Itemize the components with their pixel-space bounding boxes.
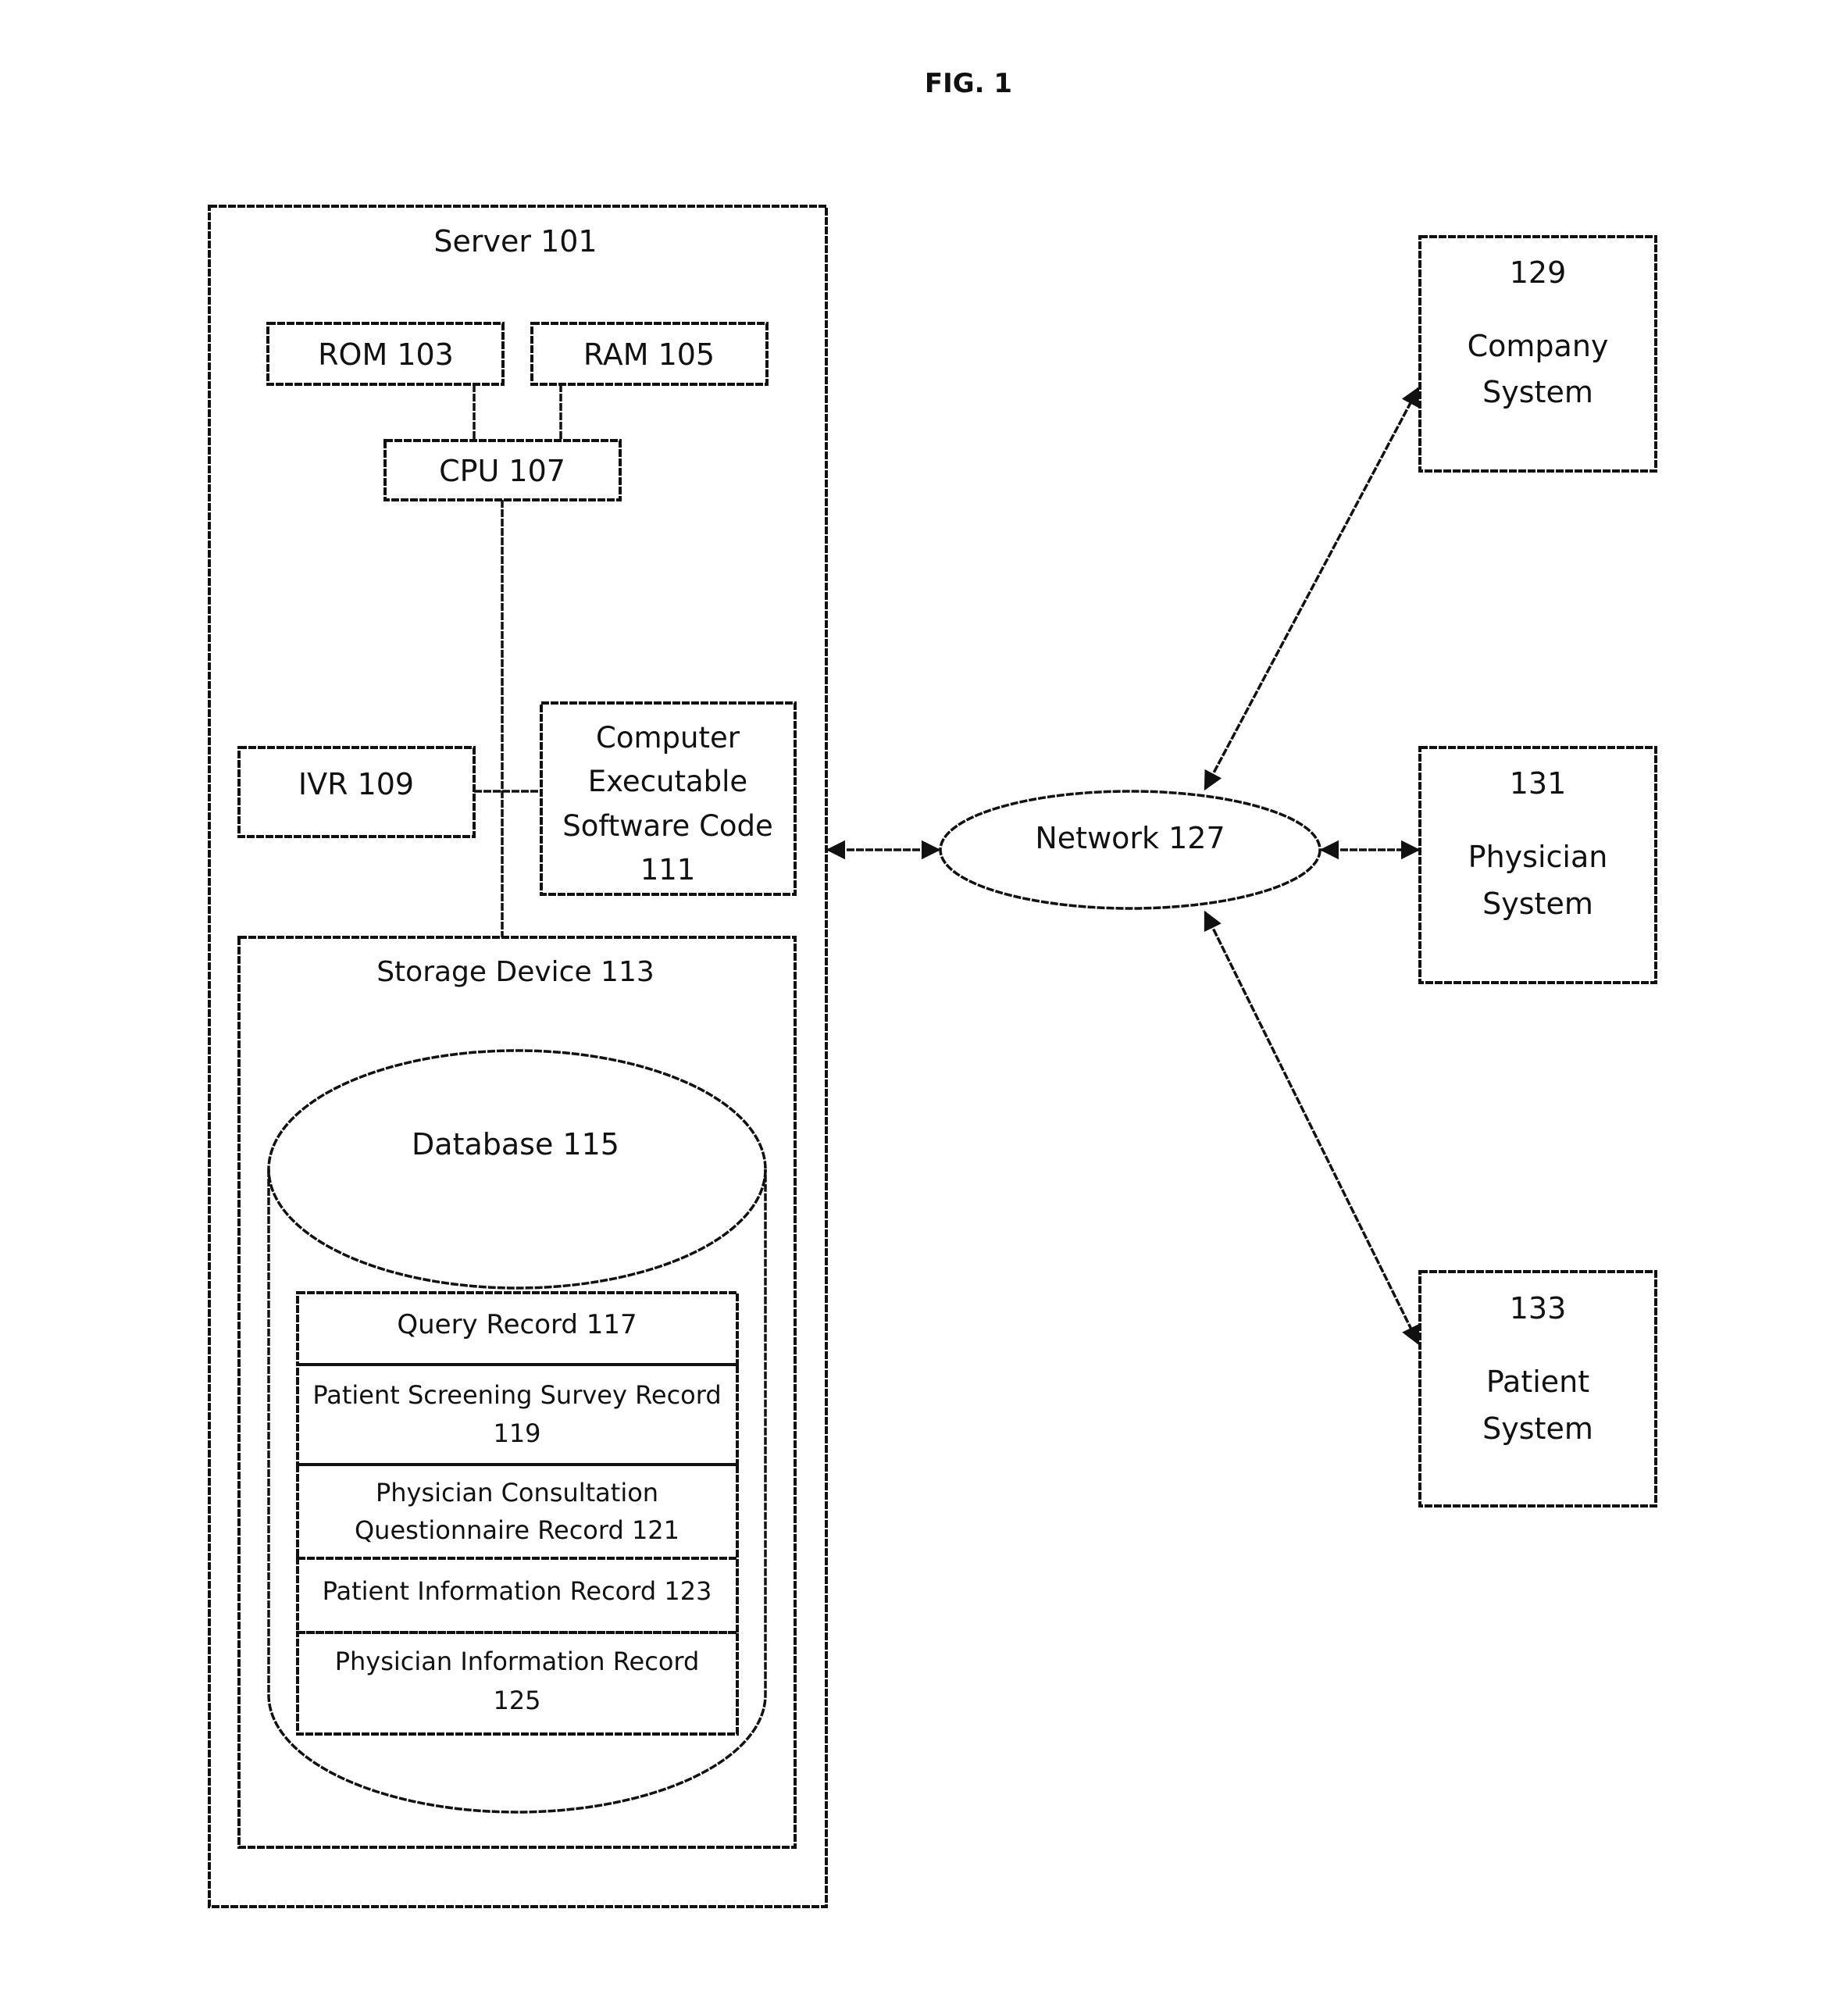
record-query-label: Query Record 117: [397, 1309, 637, 1340]
company-system-line-1: Company: [1468, 329, 1609, 363]
system-diagram: FIG. 1 Server 101 ROM 103 RAM 105 CPU 10…: [208, 68, 1657, 1908]
software-code-line-4: 111: [640, 853, 696, 887]
patient-system-line-1: Patient: [1486, 1365, 1589, 1399]
record-patient-screening-line-1: Patient Screening Survey Record: [312, 1380, 721, 1410]
record-patient-screening-line-2: 119: [493, 1418, 540, 1448]
network-patient-arrow: [1204, 910, 1420, 1346]
software-code-line-3: Software Code: [562, 809, 773, 843]
physician-system-line-2: System: [1482, 887, 1593, 921]
ram-label: RAM 105: [583, 337, 715, 372]
network-node: Network 127: [939, 790, 1321, 910]
server-label: Server 101: [433, 224, 597, 259]
database-label: Database 115: [412, 1127, 619, 1161]
storage-device-label: Storage Device 113: [376, 956, 654, 988]
physician-system-number: 131: [1510, 766, 1567, 801]
physician-system: 131 Physician System: [1418, 746, 1657, 984]
record-physician-consultation-line-2: Questionnaire Record 121: [355, 1515, 679, 1545]
network-label: Network 127: [1035, 821, 1225, 855]
record-patient-information-label: Patient Information Record 123: [323, 1576, 712, 1606]
rom-label: ROM 103: [318, 337, 454, 372]
record-physician-information-line-2: 125: [493, 1686, 540, 1715]
figure-title: FIG. 1: [925, 68, 1012, 99]
record-physician-consultation-line-1: Physician Consultation: [376, 1478, 658, 1508]
patient-system: 133 Patient System: [1418, 1270, 1657, 1508]
software-code-line-1: Computer: [596, 721, 740, 755]
physician-system-line-1: Physician: [1468, 840, 1608, 874]
patient-system-line-2: System: [1482, 1411, 1593, 1446]
patient-system-number: 133: [1510, 1291, 1567, 1326]
record-physician-information-line-1: Physician Information Record: [335, 1647, 700, 1676]
company-system-line-2: System: [1482, 375, 1593, 409]
ivr-label: IVR 109: [298, 767, 414, 801]
server-block: Server 101 ROM 103 RAM 105 CPU 107 IVR 1…: [208, 205, 828, 1908]
company-system: 129 Company System: [1418, 235, 1657, 473]
software-code-line-2: Executable: [588, 765, 747, 798]
network-company-arrow: [1204, 386, 1420, 791]
database-top: [267, 1049, 767, 1290]
company-system-number: 129: [1510, 255, 1567, 290]
records-stack: Query Record 117 Patient Screening Surve…: [296, 1291, 739, 1736]
cpu-label: CPU 107: [439, 454, 565, 488]
